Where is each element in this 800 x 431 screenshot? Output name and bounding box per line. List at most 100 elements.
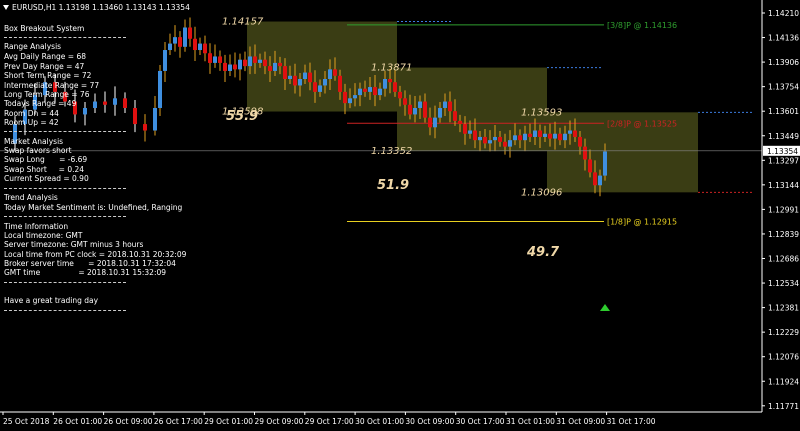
candle-body — [393, 82, 397, 92]
time-header: Time Information — [4, 222, 69, 231]
candle-body — [308, 72, 312, 83]
candle-body — [218, 56, 222, 63]
trend-text: Today Market Sentiment is: Undefined, Ra… — [4, 203, 183, 212]
trend-header: Trend Analysis — [4, 193, 58, 202]
price-tick-label: 1.13297 — [768, 156, 799, 165]
price-tick-label: 1.13449 — [768, 132, 799, 141]
box-high-label: 1.14157 — [222, 17, 264, 28]
candle-body — [568, 130, 572, 134]
candle-body — [153, 107, 157, 131]
prev-day-range: Prev Day Range = 47 — [4, 62, 85, 71]
price-tick-label: 1.12229 — [768, 328, 799, 337]
time-tick-label: 30 Oct 09:00 — [405, 417, 454, 426]
time-tick-label: 29 Oct 17:00 — [305, 417, 354, 426]
candle-body — [578, 136, 582, 147]
avg-daily-range: Avg Daily Range = 68 — [4, 52, 87, 61]
candle-body — [293, 75, 297, 86]
candle-body — [553, 133, 557, 139]
candle-body — [463, 124, 467, 134]
candle-body — [388, 79, 392, 83]
candle-body — [363, 88, 367, 92]
candle-body — [338, 75, 342, 92]
candle-body — [423, 101, 427, 118]
candle-body — [588, 159, 592, 173]
current-spread: Current Spread = 0.90 — [4, 174, 89, 183]
candle-body — [188, 27, 192, 39]
price-tick-label: 1.13144 — [768, 181, 799, 190]
candle-body — [233, 64, 237, 70]
price-tick-label: 1.14136 — [768, 34, 799, 43]
candle-body — [513, 135, 517, 141]
time-tick-label: 26 Oct 17:00 — [154, 417, 203, 426]
candle-body — [498, 136, 502, 142]
candle-body — [408, 104, 412, 115]
candle-body — [83, 107, 87, 115]
box-high-label: 1.13593 — [521, 107, 562, 118]
candle-body — [548, 133, 552, 139]
candle-body — [253, 56, 257, 63]
candle-body — [438, 107, 442, 118]
candle-body — [248, 56, 252, 67]
symbol-header: EURUSD,H1 1.13198 1.13460 1.13143 1.1335… — [3, 3, 190, 12]
candle-body — [483, 136, 487, 144]
candle-body — [368, 87, 372, 92]
room-up: Room Up = 42 — [4, 118, 59, 127]
candle-body — [168, 43, 172, 51]
gmt-time: GMT time = 2018.10.31 15:32:09 — [4, 268, 167, 277]
candle-body — [163, 50, 167, 71]
candle-body — [278, 62, 282, 67]
broker-time: Broker server time = 2018.10.31 17:32:04 — [4, 259, 176, 268]
panel-divider — [4, 216, 126, 217]
candle-body — [403, 98, 407, 105]
panel-divider — [4, 188, 126, 189]
candle-body — [273, 62, 277, 71]
candle-body — [543, 133, 547, 137]
candle-body — [573, 130, 577, 137]
range-header: Range Analysis — [4, 42, 62, 51]
time-tick-label: 29 Oct 01:00 — [204, 417, 253, 426]
candle-body — [268, 66, 272, 71]
dropdown-arrow-icon[interactable] — [3, 5, 9, 10]
swap-long: Swap Long = -6.69 — [4, 155, 88, 164]
local-time: Local time from PC clock = 2018.10.31 20… — [4, 250, 187, 259]
candle-body — [258, 59, 262, 63]
candle-body — [263, 59, 267, 67]
market-header: Market Analysis — [4, 137, 64, 146]
candle-body — [228, 64, 232, 71]
murrey-level-label: [2/8]P @ 1.13525 — [607, 119, 677, 128]
candle-body — [378, 88, 382, 96]
buy-arrow-icon — [600, 304, 610, 311]
price-tick-label: 1.12991 — [768, 205, 799, 214]
candle-body — [523, 133, 527, 141]
candle-body — [143, 124, 147, 131]
intermediate-range: Intermediate Range = 77 — [4, 81, 100, 90]
candle-body — [103, 101, 107, 105]
candle-body — [318, 85, 322, 92]
candle-body — [518, 135, 522, 141]
candle-body — [243, 59, 247, 67]
price-tick-label: 1.12686 — [768, 255, 799, 264]
time-tick-label: 26 Oct 09:00 — [104, 417, 153, 426]
candle-body — [488, 140, 492, 144]
price-tick-label: 1.12839 — [768, 230, 799, 239]
chart-window[interactable]: 1.14157 1.13598 55.9 1.13871 1.13352 51.9 1.13… — [0, 0, 800, 431]
candle-body — [398, 91, 402, 99]
farewell-text: Have a great trading day — [4, 296, 99, 305]
candle-body — [93, 101, 97, 108]
candle-body — [313, 82, 317, 92]
short-term-range: Short Term Range = 72 — [4, 71, 92, 80]
candle-body — [183, 27, 187, 47]
swap-short: Swap Short = 0.24 — [4, 165, 85, 174]
price-tick-label: 1.11924 — [768, 377, 799, 386]
price-tick-label: 1.13601 — [768, 107, 799, 116]
candle-body — [448, 101, 452, 112]
candle-body — [173, 37, 177, 44]
candle-body — [593, 172, 597, 186]
candle-body — [418, 101, 422, 108]
candle-body — [598, 175, 602, 186]
candle-body — [133, 107, 137, 125]
candle-body — [528, 133, 532, 137]
todays-range: Todays Range = 49 — [4, 99, 77, 108]
candle-body — [443, 101, 447, 108]
candle-body — [348, 98, 352, 104]
